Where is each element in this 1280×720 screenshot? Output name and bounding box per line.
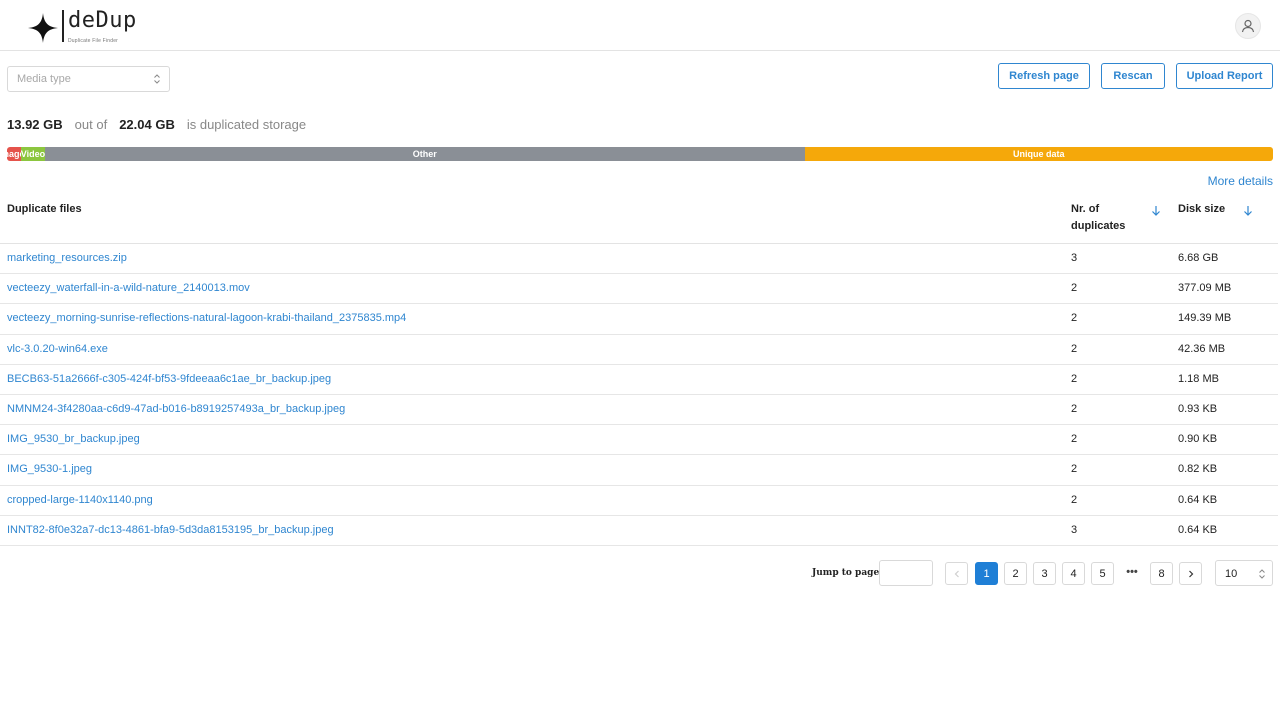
- page-button-4[interactable]: 4: [1062, 562, 1085, 585]
- out-of-text: out of: [74, 117, 108, 132]
- next-page-button[interactable]: [1179, 562, 1202, 585]
- disk-size: 0.82 KB: [1178, 463, 1218, 476]
- table-header: Duplicate files Nr. of duplicates Disk s…: [0, 195, 1278, 244]
- page-button-8[interactable]: 8: [1150, 562, 1173, 585]
- duplicate-count: 2: [1071, 342, 1078, 355]
- table-body: marketing_resources.zip 3 6.68 GB vecteezy_…: [0, 244, 1278, 546]
- app-subtitle: Duplicate File Finder: [68, 38, 119, 44]
- table-row: vecteezy_waterfall-in-a-wild-nature_2140…: [0, 274, 1278, 305]
- jump-to-page-label: Jump to page: [812, 568, 880, 578]
- storage-segment-unique-data[interactable]: Unique data: [804, 147, 1273, 161]
- pagination-ellipsis[interactable]: •••: [1124, 566, 1140, 578]
- duplicate-count: 2: [1071, 463, 1078, 476]
- storage-segment-images[interactable]: Images: [7, 147, 21, 161]
- disk-size: 0.90 KB: [1178, 433, 1218, 446]
- file-name-link[interactable]: marketing_resources.zip: [7, 252, 127, 264]
- chevron-up-down-icon: [1259, 569, 1265, 579]
- more-details-link[interactable]: More details: [1208, 174, 1273, 188]
- jump-to-page-input[interactable]: [879, 560, 933, 586]
- file-name-link[interactable]: IMG_9530_br_backup.jpeg: [7, 433, 140, 445]
- user-icon: [1241, 19, 1255, 33]
- duplicate-count: 2: [1071, 312, 1078, 325]
- disk-size: 6.68 GB: [1178, 252, 1219, 264]
- app-title: deDup: [68, 8, 137, 33]
- duplicate-count: 3: [1071, 523, 1078, 536]
- page-button-3[interactable]: 3: [1033, 562, 1056, 585]
- diamond-star-icon: [28, 13, 58, 43]
- table-row: NMNM24-3f4280aa-c6d9-47ad-b016-b89192574…: [0, 395, 1278, 426]
- chevron-left-icon: [954, 570, 959, 577]
- table-row: vlc-3.0.20-win64.exe 2 42.36 MB: [0, 335, 1278, 365]
- disk-size: 42.36 MB: [1178, 342, 1226, 355]
- rescan-button[interactable]: Rescan: [1101, 63, 1165, 89]
- storage-segment-other[interactable]: Other: [44, 147, 805, 161]
- page-size-value: 10: [1225, 568, 1238, 580]
- disk-size: 0.64 KB: [1178, 493, 1218, 506]
- file-name-link[interactable]: BECB63-51a2666f-c305-424f-bf53-9fdeeaa6c…: [7, 373, 331, 385]
- duplicate-count: 2: [1071, 282, 1078, 295]
- file-name-link[interactable]: vecteezy_waterfall-in-a-wild-nature_2140…: [7, 282, 250, 294]
- table-row: BECB63-51a2666f-c305-424f-bf53-9fdeeaa6c…: [0, 365, 1278, 395]
- table-row: vecteezy_morning-sunrise-reflections-nat…: [0, 304, 1278, 335]
- disk-size: 0.93 KB: [1178, 402, 1218, 415]
- logo-divider: [62, 10, 64, 42]
- file-name-link[interactable]: cropped-large-1140x1140.png: [7, 494, 153, 506]
- file-name-link[interactable]: vlc-3.0.20-win64.exe: [7, 343, 108, 355]
- file-name-link[interactable]: INNT82-8f0e32a7-dc13-4861-bfa9-5d3da8153…: [7, 524, 334, 536]
- file-name-link[interactable]: IMG_9530-1.jpeg: [7, 463, 92, 475]
- duplicate-files-table: Duplicate files Nr. of duplicates Disk s…: [0, 195, 1278, 546]
- column-header-files: Duplicate files: [7, 203, 82, 215]
- media-type-placeholder: Media type: [17, 73, 71, 85]
- chevron-up-down-icon: [154, 74, 160, 84]
- chevron-right-icon: [1188, 570, 1193, 577]
- sort-down-arrow-icon[interactable]: [1242, 205, 1254, 217]
- column-header-disk-size[interactable]: Disk size: [1178, 201, 1225, 218]
- duplicate-count: 2: [1071, 433, 1078, 446]
- storage-summary: 13.92 GB out of 22.04 GB is duplicated stor…: [7, 117, 306, 132]
- column-header-duplicates[interactable]: Nr. of duplicates: [1071, 201, 1141, 235]
- page-button-1[interactable]: 1: [975, 562, 998, 585]
- prev-page-button[interactable]: [945, 562, 968, 585]
- disk-size: 149.39 MB: [1178, 312, 1232, 325]
- file-name-link[interactable]: vecteezy_morning-sunrise-reflections-nat…: [7, 312, 406, 324]
- storage-segment-video[interactable]: Video: [20, 147, 45, 161]
- logo-text: deDup Duplicate File Finder: [68, 8, 137, 45]
- storage-suffix-text: is duplicated storage: [186, 117, 307, 132]
- duplicate-count: 3: [1071, 252, 1078, 264]
- total-size: 22.04 GB: [119, 117, 175, 132]
- table-row: IMG_9530-1.jpeg 2 0.82 KB: [0, 455, 1278, 486]
- refresh-page-button[interactable]: Refresh page: [998, 63, 1090, 89]
- disk-size: 0.64 KB: [1178, 523, 1218, 536]
- storage-breakdown-bar: ImagesVideoOtherUnique data: [7, 147, 1273, 161]
- app-logo[interactable]: deDup Duplicate File Finder: [28, 10, 137, 44]
- duplicate-count: 2: [1071, 372, 1078, 385]
- duplicated-size: 13.92 GB: [7, 117, 63, 132]
- app-header: deDup Duplicate File Finder: [0, 0, 1280, 51]
- table-row: IMG_9530_br_backup.jpeg 2 0.90 KB: [0, 425, 1278, 456]
- table-row: marketing_resources.zip 3 6.68 GB: [0, 244, 1278, 275]
- media-type-select[interactable]: Media type: [7, 66, 170, 92]
- page-button-5[interactable]: 5: [1091, 562, 1114, 585]
- duplicate-count: 2: [1071, 493, 1078, 506]
- duplicate-count: 2: [1071, 402, 1078, 415]
- upload-report-button[interactable]: Upload Report: [1176, 63, 1273, 89]
- user-avatar-button[interactable]: [1235, 13, 1261, 39]
- disk-size: 377.09 MB: [1178, 282, 1232, 295]
- sort-down-arrow-icon[interactable]: [1150, 205, 1162, 217]
- page-size-select[interactable]: 10: [1215, 560, 1273, 586]
- table-row: INNT82-8f0e32a7-dc13-4861-bfa9-5d3da8153…: [0, 516, 1278, 546]
- page-button-2[interactable]: 2: [1004, 562, 1027, 585]
- file-name-link[interactable]: NMNM24-3f4280aa-c6d9-47ad-b016-b89192574…: [7, 403, 345, 415]
- disk-size: 1.18 MB: [1178, 372, 1219, 385]
- table-row: cropped-large-1140x1140.png 2 0.64 KB: [0, 486, 1278, 516]
